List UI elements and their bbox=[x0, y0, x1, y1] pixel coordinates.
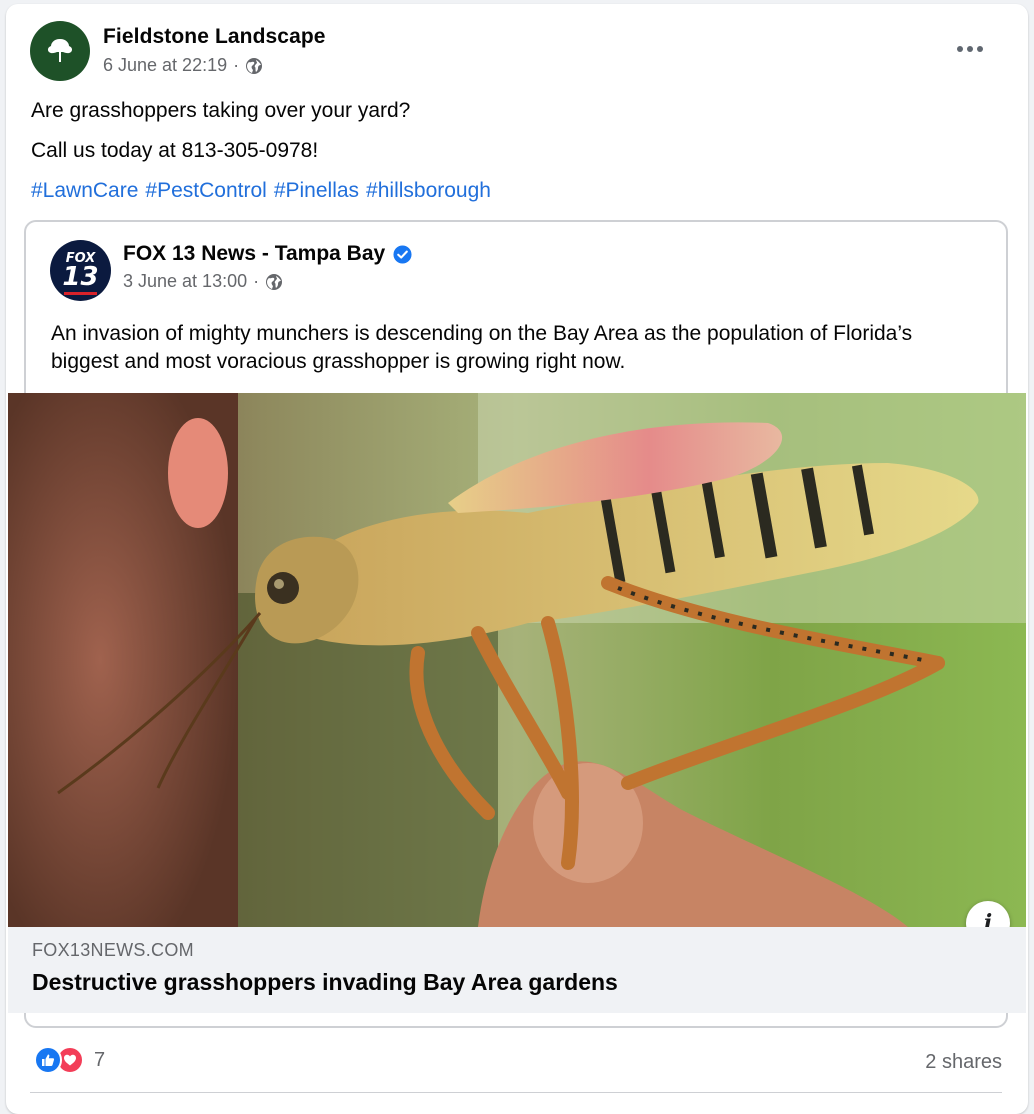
post-text-line-2: Call us today at 813-305-0978! bbox=[31, 139, 319, 162]
link-preview-footer[interactable]: FOX13NEWS.COM Destructive grasshoppers i… bbox=[8, 927, 1026, 1013]
shared-page-name-row: FOX 13 News - Tampa Bay bbox=[123, 242, 412, 266]
meta-separator: · bbox=[233, 55, 240, 75]
hashtag-link[interactable]: #LawnCare bbox=[31, 179, 138, 203]
fox-logo-bar bbox=[64, 292, 97, 295]
tree-logo-icon bbox=[47, 39, 73, 62]
fox-logo-number: 13 bbox=[62, 262, 99, 292]
page-name[interactable]: Fieldstone Landscape bbox=[103, 25, 326, 49]
link-domain: FOX13NEWS.COM bbox=[32, 940, 194, 960]
link-title[interactable]: Destructive grasshoppers invading Bay Ar… bbox=[32, 969, 618, 996]
post-text-line-1: Are grasshoppers taking over your yard? bbox=[31, 99, 411, 122]
globe-icon bbox=[246, 57, 263, 74]
dot-icon bbox=[977, 46, 983, 52]
post-meta: 6 June at 22:19 · bbox=[103, 55, 263, 76]
link-preview-image[interactable]: i bbox=[8, 393, 1026, 927]
page-avatar[interactable] bbox=[30, 21, 90, 81]
shared-page-name[interactable]: FOX 13 News - Tampa Bay bbox=[123, 242, 385, 266]
hashtag-link[interactable]: #hillsborough bbox=[366, 179, 491, 203]
shared-post-text: An invasion of mighty munchers is descen… bbox=[51, 322, 913, 373]
fox13-avatar[interactable]: FOX 13 bbox=[50, 240, 111, 301]
globe-icon bbox=[266, 273, 283, 290]
shares-count[interactable]: 2 shares bbox=[925, 1051, 1002, 1074]
shared-timestamp[interactable]: 3 June at 13:00 bbox=[123, 271, 247, 292]
like-reaction-icon bbox=[34, 1046, 62, 1074]
dot-icon bbox=[967, 46, 973, 52]
post-timestamp[interactable]: 6 June at 22:19 bbox=[103, 55, 227, 76]
meta-separator: · bbox=[253, 271, 260, 291]
hashtag-list: #LawnCare #PestControl #Pinellas #hillsb… bbox=[31, 179, 491, 203]
post-card: Fieldstone Landscape 6 June at 22:19 · A… bbox=[6, 4, 1028, 1114]
reactions-summary[interactable]: 7 bbox=[34, 1046, 105, 1074]
more-options-button[interactable] bbox=[950, 34, 990, 64]
hashtag-link[interactable]: #Pinellas bbox=[274, 179, 359, 203]
shared-meta: 3 June at 13:00 · bbox=[123, 271, 283, 292]
footer-divider bbox=[30, 1092, 1002, 1093]
hashtag-link[interactable]: #PestControl bbox=[145, 179, 266, 203]
dot-icon bbox=[957, 46, 963, 52]
reaction-count: 7 bbox=[94, 1048, 106, 1071]
grasshopper-photo bbox=[8, 393, 1026, 927]
verified-badge-icon bbox=[393, 244, 412, 264]
